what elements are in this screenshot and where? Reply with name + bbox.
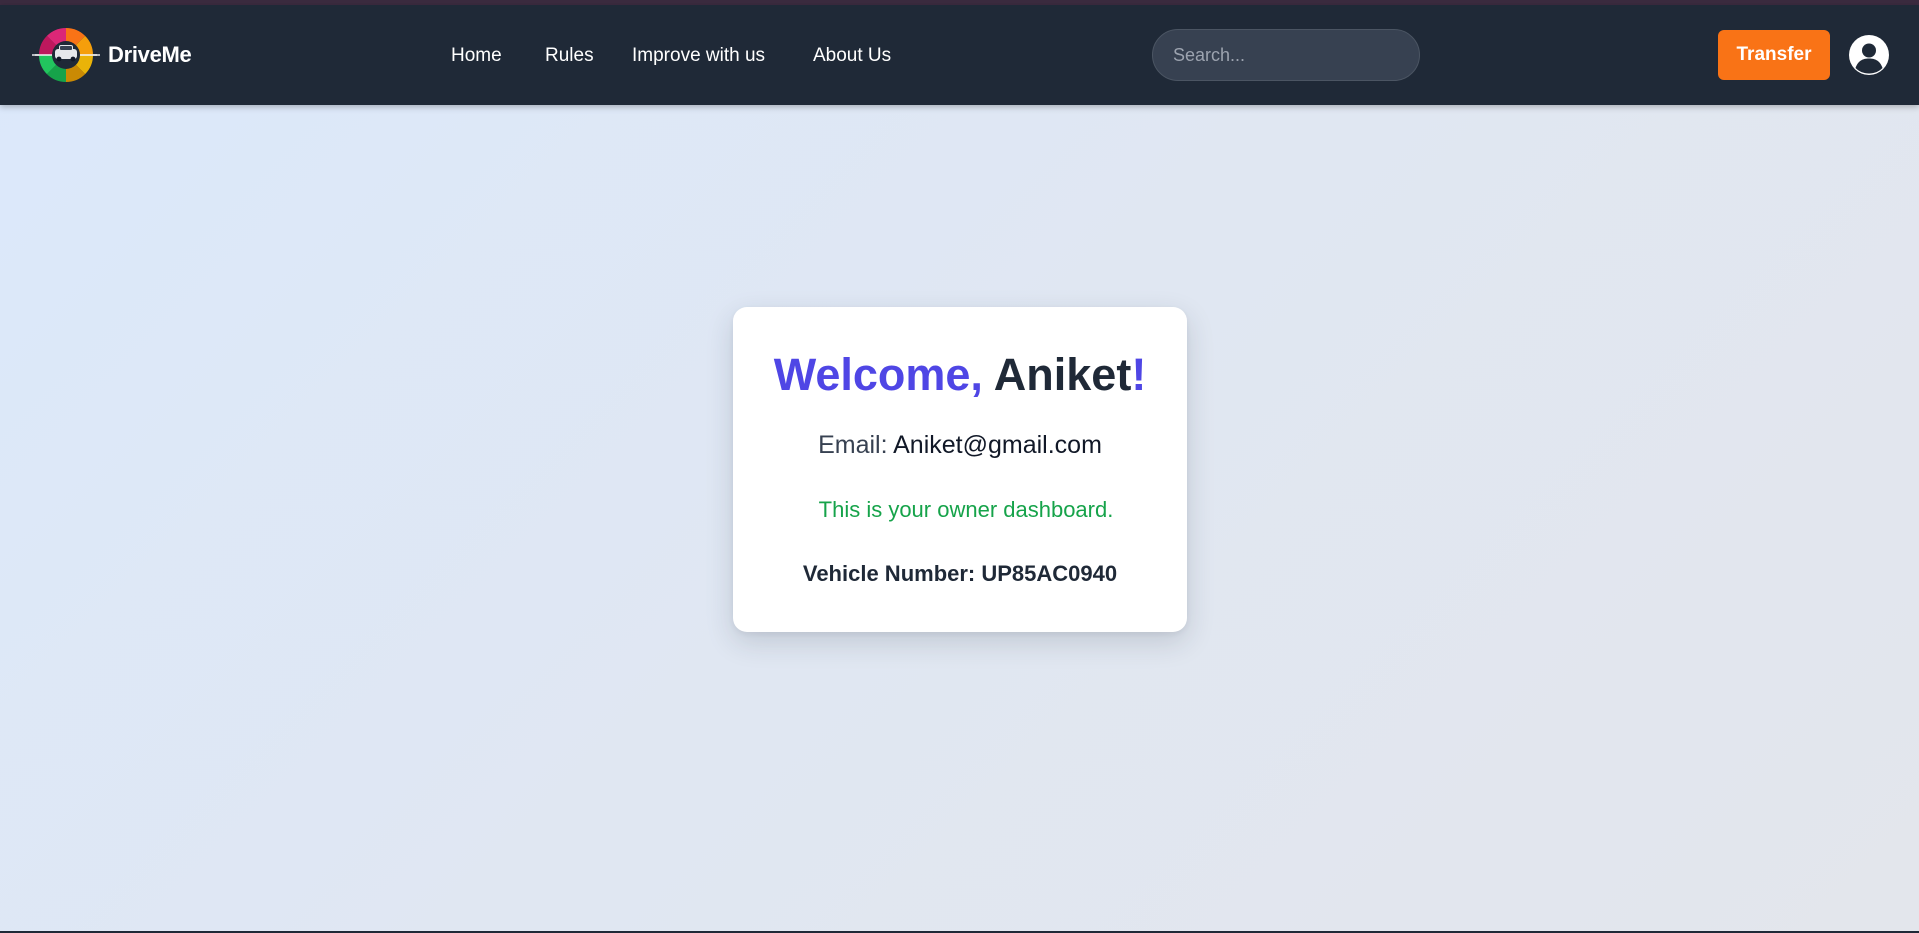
email-label: Email: [818,431,888,459]
nav-link-rules[interactable]: Rules [545,45,594,67]
steering-wheel-car-icon[interactable] [32,27,100,83]
search-input[interactable] [1152,29,1420,81]
user-name: Aniket [993,349,1132,400]
user-circle-icon[interactable] [1849,35,1889,75]
email-line: Email: Aniket@gmail.com [733,431,1187,460]
navbar: DriveMe Home Rules Improve with us About… [0,5,1919,105]
nav-link-about-us[interactable]: About Us [813,45,891,67]
transfer-button[interactable]: Transfer [1718,30,1830,80]
welcome-prefix: Welcome, [773,349,983,400]
brand-name[interactable]: DriveMe [108,42,192,68]
welcome-heading: Welcome, Aniket! [733,349,1187,401]
vehicle-number: Vehicle Number: UP85AC0940 [802,561,1118,586]
nav-link-home[interactable]: Home [451,45,502,67]
welcome-card: Welcome, Aniket! Email: Aniket@gmail.com… [733,307,1187,632]
dashboard-message: This is your owner dashboard. [818,497,1114,522]
nav-link-improve-with-us[interactable]: Improve with us [632,45,765,67]
email-value: Aniket@gmail.com [893,431,1102,459]
welcome-suffix: ! [1131,349,1147,400]
